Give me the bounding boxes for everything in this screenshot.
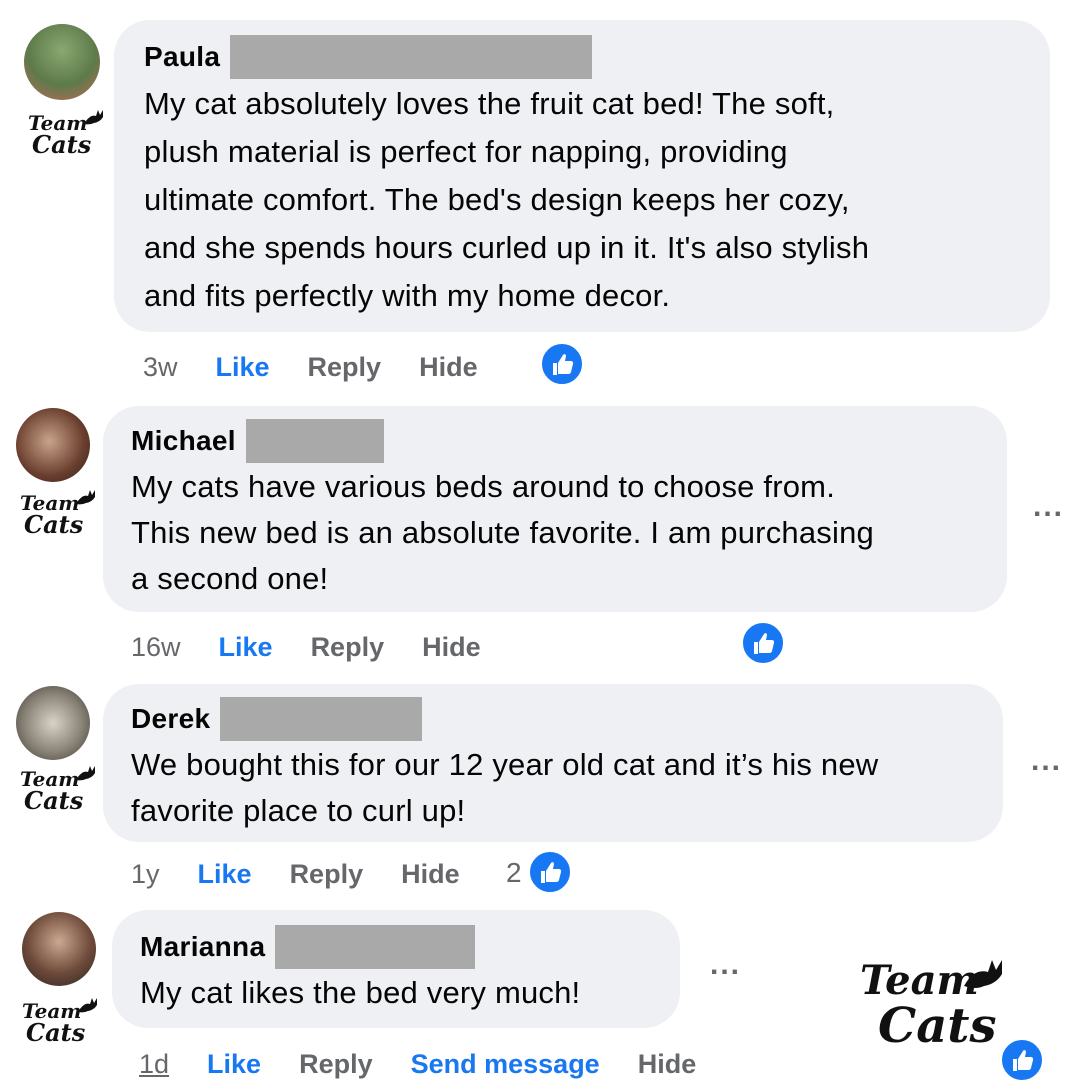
- avatar[interactable]: [24, 24, 100, 100]
- comment-text: My cat absolutely loves the fruit cat be…: [144, 86, 870, 313]
- avatar[interactable]: [22, 912, 96, 986]
- comment-text: My cat likes the bed very much!: [140, 975, 581, 1010]
- hide-button[interactable]: Hide: [401, 859, 460, 890]
- avatar[interactable]: [16, 408, 90, 482]
- comment-bubble: Paula My cat absolutely loves the fruit …: [114, 20, 1050, 332]
- comment-text: We bought this for our 12 year old cat a…: [131, 747, 879, 828]
- more-options-icon[interactable]: ...: [1031, 744, 1062, 778]
- hide-button[interactable]: Hide: [419, 352, 478, 383]
- like-button[interactable]: Like: [198, 859, 252, 890]
- like-button[interactable]: Like: [207, 1049, 261, 1080]
- reply-button[interactable]: Reply: [311, 632, 385, 663]
- comment-text: My cats have various beds around to choo…: [131, 469, 874, 596]
- redacted-surname: [245, 419, 384, 463]
- hide-button[interactable]: Hide: [638, 1049, 697, 1080]
- team-cats-badge-icon: [14, 488, 98, 538]
- comment-timestamp[interactable]: 3w: [143, 352, 178, 383]
- comment-timestamp[interactable]: 1d: [139, 1049, 169, 1080]
- comment-timestamp[interactable]: 16w: [131, 632, 181, 663]
- reply-button[interactable]: Reply: [299, 1049, 373, 1080]
- commenter-name[interactable]: Michael: [131, 425, 236, 457]
- redacted-surname: [275, 925, 476, 969]
- commenter-name[interactable]: Paula: [144, 41, 220, 73]
- comment-actions: 1d Like Reply Send message Hide: [139, 1044, 696, 1084]
- comment-actions: 1y Like Reply Hide: [131, 854, 460, 894]
- svg-text:Team: Team: [860, 957, 979, 1004]
- team-cats-badge-icon: [16, 996, 100, 1046]
- commenter-name[interactable]: Derek: [131, 703, 210, 735]
- team-cats-badge-icon: [22, 108, 106, 158]
- like-button[interactable]: Like: [216, 352, 270, 383]
- thumbs-up-icon[interactable]: [741, 621, 785, 665]
- reply-button[interactable]: Reply: [308, 352, 382, 383]
- hide-button[interactable]: Hide: [422, 632, 481, 663]
- reaction-count[interactable]: 2: [506, 857, 522, 889]
- team-cats-logo-icon: Team Cats: [860, 957, 1002, 1052]
- avatar[interactable]: [16, 686, 90, 760]
- svg-text:Cats: Cats: [878, 998, 997, 1052]
- comment-timestamp[interactable]: 1y: [131, 859, 160, 890]
- commenter-name[interactable]: Marianna: [140, 931, 265, 963]
- comment-bubble: Derek We bought this for our 12 year old…: [103, 684, 1003, 842]
- more-options-icon[interactable]: ...: [1033, 490, 1064, 524]
- thumbs-up-icon[interactable]: [528, 850, 572, 894]
- reply-button[interactable]: Reply: [290, 859, 364, 890]
- comment-actions: 3w Like Reply Hide: [143, 347, 478, 387]
- comment-actions: 16w Like Reply Hide: [131, 627, 481, 667]
- thumbs-up-icon[interactable]: [540, 342, 584, 386]
- team-cats-badge-icon: [14, 764, 98, 814]
- more-options-icon[interactable]: ...: [710, 948, 741, 982]
- comment-bubble: Marianna My cat likes the bed very much!: [112, 910, 680, 1028]
- like-button[interactable]: Like: [219, 632, 273, 663]
- comment-bubble: Michael My cats have various beds around…: [103, 406, 1007, 612]
- send-message-button[interactable]: Send message: [411, 1049, 600, 1080]
- redacted-surname: [220, 697, 423, 741]
- redacted-surname: [230, 35, 593, 79]
